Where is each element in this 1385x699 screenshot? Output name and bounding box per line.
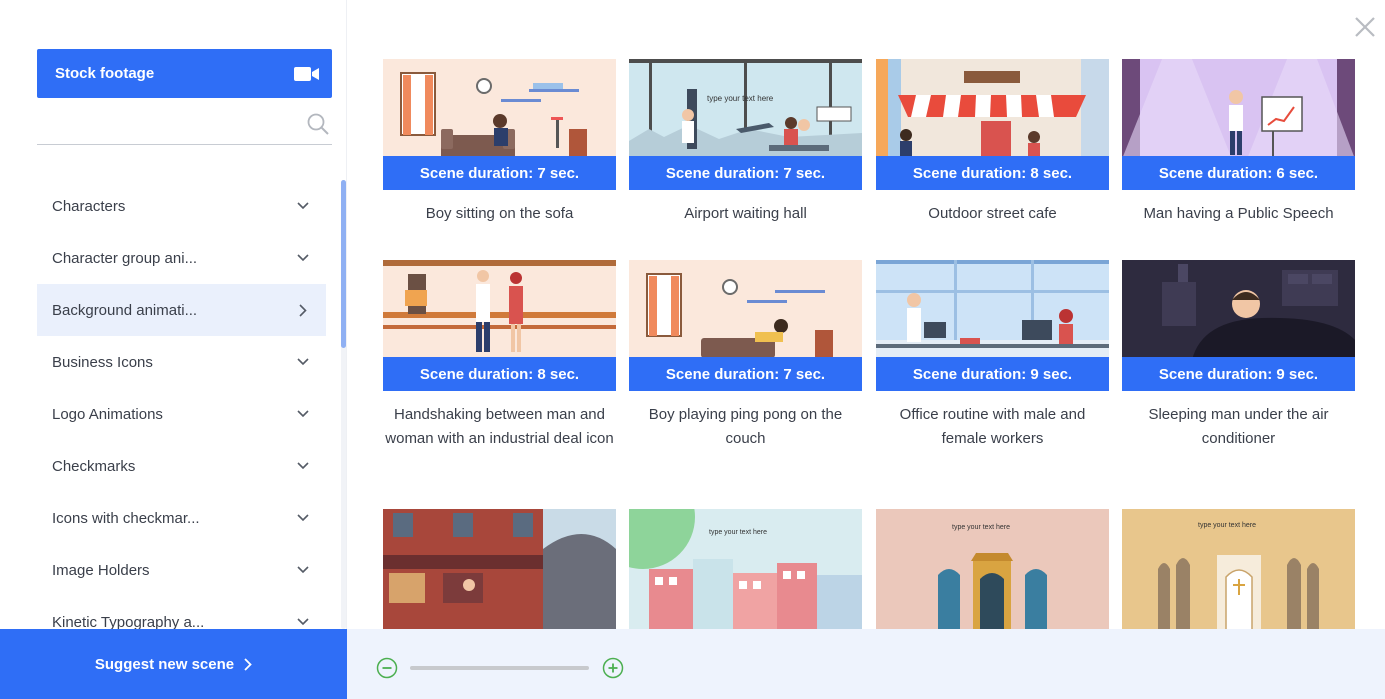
scene-thumbnail[interactable]: Scene duration: 7 sec. [629, 260, 862, 391]
scene-card[interactable]: Scene duration: 8 sec. Outdoor street ca… [876, 59, 1109, 226]
scene-title: Sleeping man under the air conditioner [1148, 406, 1329, 447]
chevron-down-icon [296, 615, 310, 629]
category-item-business-icons[interactable]: Business Icons [37, 336, 326, 388]
suggest-label: Suggest new scene [94, 655, 235, 673]
zoom-in-icon[interactable] [602, 657, 624, 679]
scene-thumbnail[interactable]: Scene duration: 8 sec. [383, 260, 616, 391]
category-item-logo-animations[interactable]: Logo Animations [37, 388, 326, 440]
search-box [37, 104, 332, 145]
chevron-down-icon [296, 251, 310, 265]
suggest-new-scene-button[interactable]: Suggest new scene [0, 629, 347, 699]
chevron-right-icon [296, 303, 310, 317]
thumbnail-text: type your text here [1198, 522, 1256, 529]
scene-card[interactable]: type your text here [1122, 509, 1355, 629]
scene-thumbnail[interactable]: type your text here [629, 509, 862, 629]
scene-illustration [383, 509, 616, 629]
scene-title: Man having a Public Speech [1143, 205, 1334, 222]
chevron-down-icon [296, 563, 310, 577]
chevron-down-icon [296, 199, 310, 213]
scene-thumbnail[interactable]: type your text here Scene duration: 7 se… [629, 59, 862, 190]
chevron-down-icon [296, 459, 310, 473]
scene-card[interactable]: type your text here Scene duration: 7 se… [629, 59, 862, 226]
scene-card[interactable]: type your text here [876, 509, 1109, 629]
category-label: Background animati... [52, 301, 198, 319]
scene-duration-badge: Scene duration: 8 sec. [383, 357, 616, 391]
scene-card[interactable] [383, 509, 616, 629]
scene-thumbnail[interactable]: Scene duration: 8 sec. [876, 59, 1109, 190]
category-item-characters[interactable]: Characters [37, 180, 326, 232]
scene-duration-badge: Scene duration: 9 sec. [1122, 357, 1355, 391]
scene-title: Handshaking between man and woman with a… [385, 406, 614, 447]
category-item-checkmarks[interactable]: Checkmarks [37, 440, 326, 492]
chevron-down-icon [296, 355, 310, 369]
scene-title: Airport waiting hall [684, 205, 807, 222]
scene-card[interactable]: Scene duration: 9 sec. Sleeping man unde… [1122, 260, 1355, 451]
zoom-out-icon[interactable] [376, 657, 398, 679]
category-item-image-holders[interactable]: Image Holders [37, 544, 326, 596]
scene-title: Office routine with male and female work… [899, 406, 1086, 447]
chevron-down-icon [296, 407, 310, 421]
category-label: Logo Animations [52, 405, 163, 423]
scene-duration-badge: Scene duration: 7 sec. [383, 156, 616, 190]
category-label: Icons with checkmar... [52, 509, 200, 527]
scene-thumbnail[interactable]: type your text here [876, 509, 1109, 629]
search-input[interactable] [37, 104, 297, 142]
stock-footage-button[interactable]: Stock footage [37, 49, 332, 98]
scene-thumbnail[interactable]: Scene duration: 6 sec. [1122, 59, 1355, 190]
scene-card[interactable]: Scene duration: 7 sec. Boy sitting on th… [383, 59, 616, 226]
sidebar-scrollbar[interactable] [341, 180, 346, 629]
scene-card[interactable]: type your text here [629, 509, 862, 629]
video-camera-icon [294, 66, 319, 81]
close-button[interactable] [1352, 14, 1378, 40]
scene-duration-badge: Scene duration: 9 sec. [876, 357, 1109, 391]
scene-thumbnail[interactable]: type your text here [1122, 509, 1355, 629]
sidebar-scrollbar-thumb[interactable] [341, 180, 346, 348]
scene-title: Outdoor street cafe [928, 205, 1057, 222]
scene-thumbnail[interactable]: Scene duration: 9 sec. [1122, 260, 1355, 391]
stock-footage-label: Stock footage [55, 65, 155, 82]
scene-illustration: type your text here [1122, 509, 1355, 629]
category-item-character-group[interactable]: Character group ani... [37, 232, 326, 284]
scene-duration-badge: Scene duration: 7 sec. [629, 156, 862, 190]
zoom-bar [347, 629, 1385, 699]
category-item-icons-with-checkmarks[interactable]: Icons with checkmar... [37, 492, 326, 544]
category-item-kinetic-typography[interactable]: Kinetic Typography a... [37, 596, 326, 629]
scene-illustration: type your text here [876, 509, 1109, 629]
scene-card[interactable]: Scene duration: 7 sec. Boy playing ping … [629, 260, 862, 451]
category-label: Business Icons [52, 353, 153, 371]
scene-thumbnail[interactable]: Scene duration: 7 sec. [383, 59, 616, 190]
scene-thumbnail[interactable]: Scene duration: 9 sec. [876, 260, 1109, 391]
scene-card[interactable]: Scene duration: 6 sec. Man having a Publ… [1122, 59, 1355, 226]
scene-duration-badge: Scene duration: 8 sec. [876, 156, 1109, 190]
scene-illustration: type your text here [629, 509, 862, 629]
scene-thumbnail[interactable] [383, 509, 616, 629]
thumbnail-text: type your text here [709, 529, 767, 536]
sidebar: Stock footage Characters Character group… [0, 0, 347, 699]
category-item-background-animations[interactable]: Background animati... [37, 284, 326, 336]
scene-duration-badge: Scene duration: 6 sec. [1122, 156, 1355, 190]
search-icon[interactable] [306, 112, 330, 136]
close-icon [1355, 17, 1375, 37]
scene-grid: Scene duration: 7 sec. Boy sitting on th… [383, 59, 1355, 629]
zoom-slider[interactable] [410, 666, 589, 670]
category-label: Image Holders [52, 561, 150, 579]
thumbnail-text: type your text here [707, 94, 774, 103]
thumbnail-text: type your text here [952, 524, 1010, 531]
scene-duration-badge: Scene duration: 7 sec. [629, 357, 862, 391]
category-label: Checkmarks [52, 457, 136, 475]
scene-card[interactable]: Scene duration: 8 sec. Handshaking betwe… [383, 260, 616, 451]
category-list: Characters Character group ani... Backgr… [37, 180, 326, 629]
scene-title: Boy playing ping pong on the couch [648, 406, 843, 447]
chevron-down-icon [296, 511, 310, 525]
category-label: Character group ani... [52, 249, 198, 267]
category-label: Kinetic Typography a... [52, 613, 205, 630]
scene-card[interactable]: Scene duration: 9 sec. Office routine wi… [876, 260, 1109, 451]
chevron-right-icon [244, 657, 252, 671]
category-label: Characters [52, 197, 126, 215]
scene-title: Boy sitting on the sofa [425, 205, 574, 222]
